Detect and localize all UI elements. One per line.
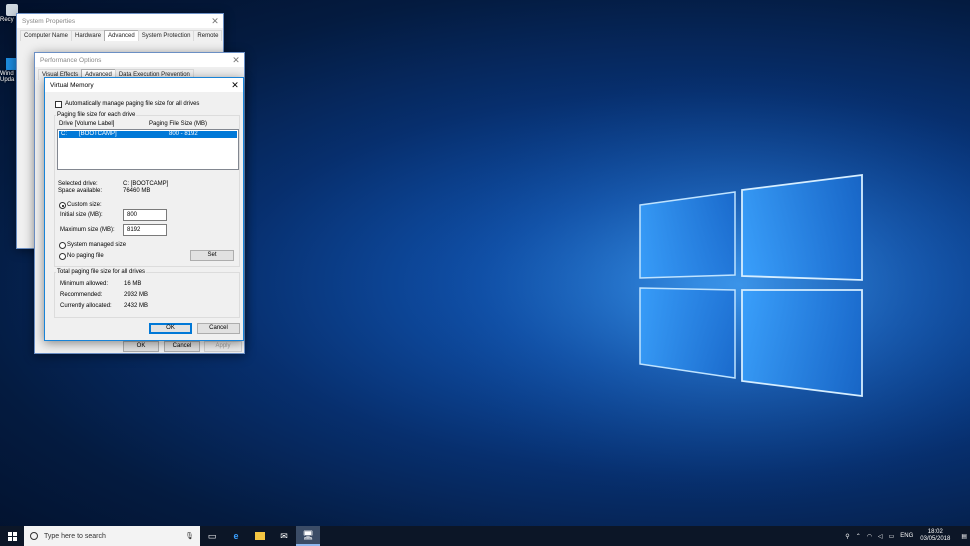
speaker-icon[interactable]: ◁ <box>878 533 883 540</box>
performance-options-titlebar: Performance Options ✕ <box>35 53 244 67</box>
recommended-value: 2932 MB <box>124 292 149 298</box>
virtual-memory-dialog: Virtual Memory ✕ Automatically manage pa… <box>44 77 244 341</box>
system-properties-titlebar: System Properties ✕ <box>17 14 223 28</box>
system-properties-taskbar-icon[interactable]: 🖥︎ <box>296 526 320 546</box>
ok-button[interactable]: OK <box>123 341 159 352</box>
clock-date: 03/05/2018 <box>920 536 951 542</box>
drive-letter: C: <box>61 131 67 137</box>
wifi-icon[interactable]: ◠ <box>867 533 872 540</box>
tab-hardware[interactable]: Hardware <box>71 30 106 41</box>
minimum-allowed-label: Minimum allowed: <box>60 281 109 287</box>
cancel-button[interactable]: Cancel <box>197 323 240 334</box>
drive-paging-size: 800 - 8192 <box>169 131 198 137</box>
tab-system-protection[interactable]: System Protection <box>137 30 195 41</box>
cancel-button[interactable]: Cancel <box>164 341 200 352</box>
selected-drive-label: Selected drive: <box>58 181 98 187</box>
cortana-circle-icon <box>30 532 38 540</box>
store-icon[interactable]: ✉ <box>272 526 296 546</box>
custom-size-radio[interactable] <box>59 202 66 209</box>
no-paging-file-label: No paging file <box>67 253 104 259</box>
auto-manage-label: Automatically manage paging file size fo… <box>65 101 200 107</box>
edge-browser-icon[interactable]: e <box>224 526 248 546</box>
window-title: System Properties <box>22 17 76 25</box>
file-explorer-icon[interactable] <box>248 526 272 546</box>
system-properties-tabs: Computer Name Hardware Advanced System P… <box>17 28 223 41</box>
minimum-allowed-value: 16 MB <box>124 281 142 287</box>
close-icon[interactable]: ✕ <box>228 55 244 66</box>
initial-size-input[interactable]: 800 <box>123 209 167 221</box>
tab-advanced[interactable]: Advanced <box>104 30 139 41</box>
people-icon[interactable]: ⚲ <box>845 533 849 540</box>
space-available-label: Space available: <box>58 188 103 194</box>
system-tray: ⚲ ⌃ ◠ ◁ ▭ ENG 18:02 03/05/2018 ▤ <box>842 526 970 546</box>
auto-manage-checkbox[interactable] <box>55 101 62 108</box>
battery-icon[interactable]: ▭ <box>889 533 895 540</box>
space-available-value: 76460 MB <box>123 188 151 194</box>
apply-button[interactable]: Apply <box>204 341 242 352</box>
currently-allocated-value: 2432 MB <box>124 303 149 309</box>
taskbar-search-box[interactable]: Type here to search 🎙︎ <box>24 526 200 546</box>
virtual-memory-titlebar: Virtual Memory ✕ <box>45 78 243 92</box>
language-indicator[interactable]: ENG <box>900 533 913 539</box>
currently-allocated-label: Currently allocated: <box>60 303 112 309</box>
window-title: Performance Options <box>40 56 102 64</box>
column-paging-file-size: Paging File Size (MB) <box>149 121 208 127</box>
system-managed-radio[interactable] <box>59 242 66 249</box>
ok-button[interactable]: OK <box>149 323 192 334</box>
taskbar: Type here to search 🎙︎ ▭ e ✉ 🖥︎ ⚲ ⌃ ◠ ◁ … <box>0 526 970 546</box>
system-managed-label: System managed size <box>67 242 127 248</box>
paging-file-group-label: Paging file size for each drive <box>56 112 137 118</box>
maximum-size-input[interactable]: 8192 <box>123 224 167 236</box>
windows-start-icon <box>7 531 17 541</box>
set-button[interactable]: Set <box>190 250 234 261</box>
window-title: Virtual Memory <box>50 81 94 89</box>
initial-size-label: Initial size (MB): <box>60 212 103 218</box>
custom-size-label: Custom size: <box>67 202 102 208</box>
recommended-label: Recommended: <box>60 292 103 298</box>
totals-group-label: Total paging file size for all drives <box>56 269 147 275</box>
maximum-size-label: Maximum size (MB): <box>60 227 115 233</box>
show-hidden-icons-chevron-icon[interactable]: ⌃ <box>856 533 861 540</box>
task-view-icon[interactable]: ▭ <box>200 526 224 546</box>
search-placeholder: Type here to search <box>44 532 106 540</box>
close-icon[interactable]: ✕ <box>227 80 243 91</box>
column-drive: Drive [Volume Label] <box>59 121 115 127</box>
no-paging-file-radio[interactable] <box>59 253 66 260</box>
drive-volume-label: [BOOTCAMP] <box>79 131 117 137</box>
selected-drive-value: C: [BOOTCAMP] <box>123 181 169 187</box>
start-button[interactable] <box>0 526 24 546</box>
drive-list[interactable]: C: [BOOTCAMP] 800 - 8192 <box>57 129 239 170</box>
drive-row-selected[interactable]: C: [BOOTCAMP] 800 - 8192 <box>59 131 237 138</box>
action-center-icon[interactable]: ▤ <box>961 533 967 540</box>
tab-computer-name[interactable]: Computer Name <box>20 30 73 41</box>
tab-remote[interactable]: Remote <box>193 30 223 41</box>
microphone-icon[interactable]: 🎙︎ <box>185 532 194 540</box>
close-icon[interactable]: ✕ <box>207 16 223 27</box>
clock-time: 18:02 <box>927 529 943 535</box>
virtual-memory-body: Automatically manage paging file size fo… <box>45 92 243 341</box>
clock[interactable]: 18:02 03/05/2018 <box>920 529 950 543</box>
